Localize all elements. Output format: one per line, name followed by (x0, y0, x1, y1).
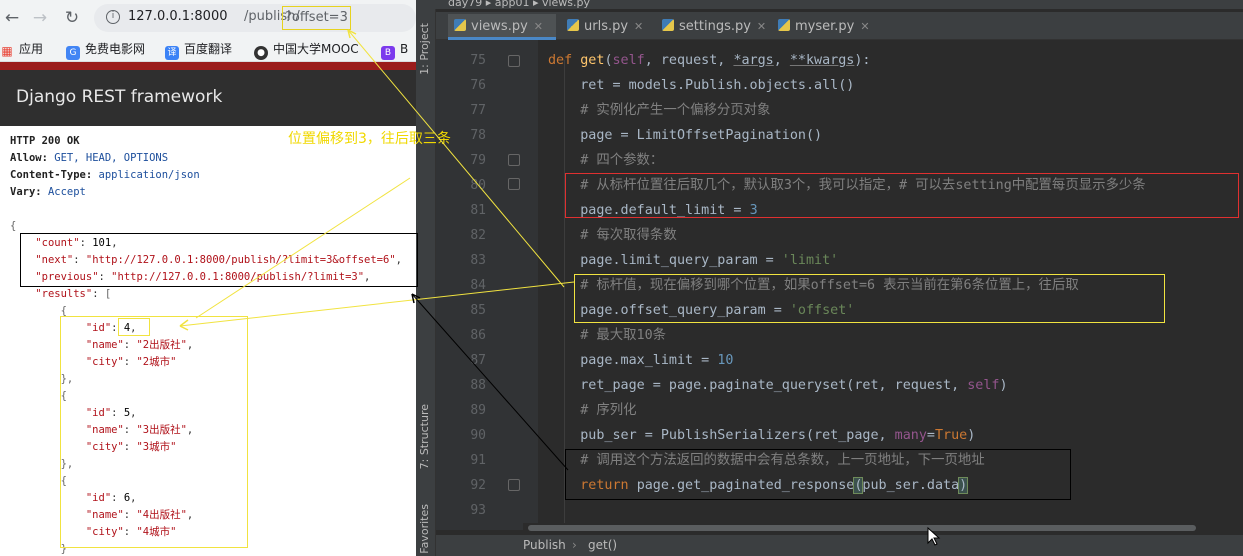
code-line-83: page.limit_query_param = 'limit' (580, 253, 839, 268)
code-line-77: # 实例化产生一个偏移分页对象 (580, 103, 771, 118)
bookmark-baidu-translate[interactable]: 译百度翻译 (165, 40, 232, 60)
url-host: 127.0.0.1:8000 (128, 9, 228, 24)
code-line-86: # 最大取10条 (580, 328, 667, 343)
drf-title[interactable]: Django REST framework (16, 87, 222, 107)
python-file-icon (662, 19, 674, 31)
annotation-box-offset-param (574, 274, 1165, 323)
bookmark-apps[interactable]: ▦ 应用 (0, 40, 43, 58)
project-breadcrumb-bar: day79 ▸ app01 ▸ views.py (416, 0, 1243, 9)
tab-views-py[interactable]: views.py ✕ (448, 14, 556, 40)
line-number: 80 (470, 178, 486, 193)
code-line-76: ret = models.Publish.objects.all() (580, 78, 855, 93)
line-number: 91 (470, 453, 486, 468)
fold-marker-icon[interactable] (508, 479, 520, 491)
line-number: 86 (470, 328, 486, 343)
b-favicon-icon: B (381, 46, 395, 60)
breadcrumb-method[interactable]: get() (588, 538, 617, 552)
editor-tabs: views.py ✕ urls.py ✕ settings.py ✕ myser.py… (436, 12, 1243, 40)
address-bar[interactable]: i 127.0.0.1:8000 /publish/ ?offset=3 (94, 4, 416, 32)
reload-icon[interactable]: ↻ (60, 6, 84, 30)
code-line-88: ret_page = page.paginate_queryset(ret, r… (580, 378, 1008, 393)
line-number: 82 (470, 228, 486, 243)
line-number: 75 (470, 53, 486, 68)
project-tool-tab[interactable]: 1: Project (418, 23, 434, 75)
line-number: 83 (470, 253, 486, 268)
browser-toolbar: ← → ↻ i 127.0.0.1:8000 /publish/ ?offset… (0, 0, 416, 36)
back-arrow-icon[interactable]: ← (0, 6, 24, 30)
header-content-type: Content-Type: application/json (10, 169, 200, 181)
code-line-75: def get(self, request, *args, **kwargs): (548, 53, 871, 68)
annotation-box-default-limit (565, 173, 1239, 218)
header-vary: Vary: Accept (10, 186, 86, 198)
annotation-box-results (60, 316, 248, 548)
fold-marker-icon[interactable] (508, 178, 520, 190)
tab-myser-py[interactable]: myser.py ✕ (772, 14, 870, 40)
code-line-89: # 序列化 (580, 403, 637, 418)
project-breadcrumb: day79 ▸ app01 ▸ views.py (448, 0, 591, 9)
fold-marker-icon[interactable] (508, 55, 520, 67)
breadcrumb-class[interactable]: Publish (523, 538, 566, 552)
drf-navbar: Django REST framework (0, 70, 416, 126)
fold-marker-icon[interactable] (508, 154, 520, 166)
annotation-text: 位置偏移到3，往后取三条 (288, 131, 451, 147)
close-icon[interactable]: ✕ (757, 20, 766, 33)
g-favicon-icon: G (66, 46, 80, 60)
tab-urls-py[interactable]: urls.py ✕ (561, 14, 653, 40)
apps-grid-icon: ▦ (1, 44, 13, 58)
line-number: 89 (470, 403, 486, 418)
bookmarks-bar: ▦ 应用 G 免费电影网 译百度翻译 ● 中国大学MOOC BB (0, 36, 416, 62)
structure-tool-tab[interactable]: 7: Structure (418, 404, 434, 469)
translate-icon: 译 (165, 46, 179, 60)
code-line-87: page.max_limit = 10 (580, 353, 734, 368)
annotation-box-first-id (118, 318, 150, 336)
code-line-79: # 四个参数： (580, 153, 664, 168)
bookmark-movies[interactable]: G 免费电影网 (66, 40, 145, 60)
line-number: 77 (470, 103, 486, 118)
line-number: 79 (470, 153, 486, 168)
tab-settings-py[interactable]: settings.py ✕ (656, 14, 771, 40)
scrollbar-thumb[interactable] (528, 525, 1196, 531)
editor-breadcrumb-bar: Publish › get() (436, 535, 1243, 556)
close-icon[interactable]: ✕ (634, 20, 643, 33)
annotation-box-pagination-links (20, 233, 418, 287)
line-number: 85 (470, 303, 486, 318)
close-icon[interactable]: ✕ (534, 20, 543, 33)
forward-arrow-icon[interactable]: → (28, 6, 52, 30)
globe-icon: ● (254, 46, 268, 60)
line-number: 84 (470, 278, 486, 293)
status-line: HTTP 200 OK (10, 135, 80, 147)
close-icon[interactable]: ✕ (860, 20, 869, 33)
info-icon[interactable]: i (106, 10, 120, 24)
line-number: 90 (470, 428, 486, 443)
line-number: 92 (470, 478, 486, 493)
line-number: 88 (470, 378, 486, 393)
line-number: 93 (470, 503, 486, 518)
line-number: 81 (470, 203, 486, 218)
code-line-82: # 每次取得条数 (580, 228, 677, 243)
response-headers: HTTP 200 OK Allow: GET, HEAD, OPTIONS Co… (10, 133, 200, 201)
python-file-icon (778, 19, 790, 31)
annotation-box-paginated-response (565, 449, 1071, 500)
header-allow: Allow: GET, HEAD, OPTIONS (10, 152, 169, 164)
python-file-icon (454, 19, 466, 31)
bookmark-b[interactable]: BB (381, 40, 408, 60)
python-file-icon (567, 19, 579, 31)
line-number: 87 (470, 353, 486, 368)
url-query-highlight: ?offset=3 (282, 6, 351, 30)
code-line-78: page = LimitOffsetPagination() (580, 128, 823, 143)
bookmark-mooc[interactable]: ● 中国大学MOOC (254, 40, 359, 60)
line-number: 76 (470, 78, 486, 93)
tool-window-bar: 1: Project 7: Structure 2: Favorites (416, 9, 436, 556)
favorites-tool-tab[interactable]: 2: Favorites (418, 504, 434, 556)
code-line-90: pub_ser = PublishSerializers(ret_page, m… (580, 428, 976, 443)
page-top-bar (0, 62, 416, 70)
breadcrumb-separator-icon: › (572, 538, 577, 552)
